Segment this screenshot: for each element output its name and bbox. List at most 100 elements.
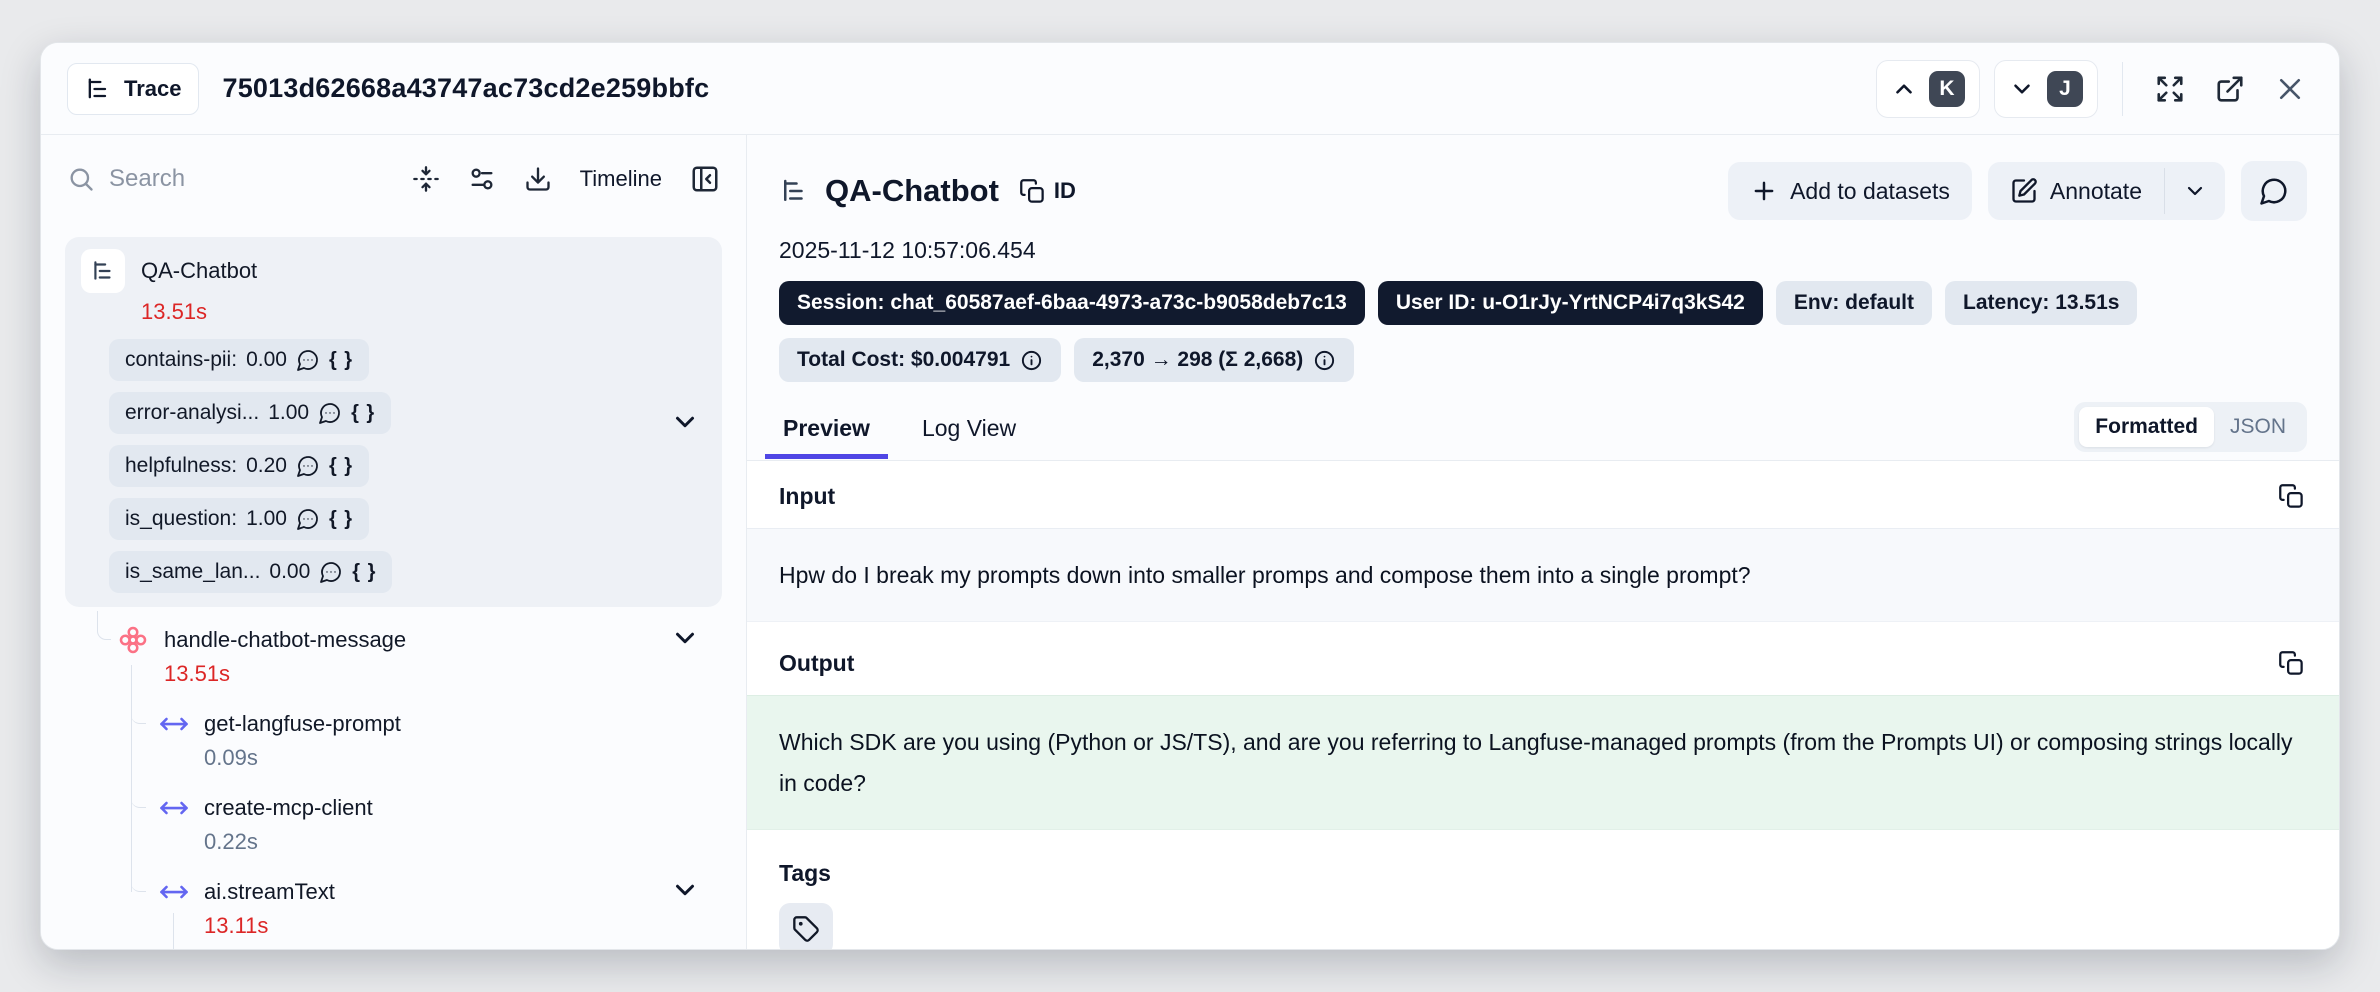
tags-heading: Tags bbox=[779, 860, 831, 887]
page-title: QA-Chatbot bbox=[825, 173, 999, 209]
header-actions: Add to datasets Annotate bbox=[1728, 161, 2307, 221]
previous-trace-button[interactable]: K bbox=[1876, 60, 1980, 118]
comment-bubble-icon bbox=[296, 454, 320, 478]
score-name: contains-pii: bbox=[125, 348, 237, 372]
output-heading: Output bbox=[779, 650, 854, 677]
output-value-box: Which SDK are you using (Python or JS/TS… bbox=[747, 695, 2339, 830]
tags-section-header: Tags bbox=[747, 830, 2339, 897]
chevron-up-icon bbox=[1891, 76, 1917, 102]
topbar-divider bbox=[2122, 62, 2123, 116]
tree-node-label: ai.streamText bbox=[204, 879, 335, 905]
comment-bubble-icon bbox=[296, 507, 320, 531]
tree-toolbar: Timeline bbox=[41, 135, 746, 223]
span-latency-line: 13.11s bbox=[59, 909, 728, 943]
format-option-formatted[interactable]: Formatted bbox=[2079, 407, 2214, 447]
score-chip[interactable]: contains-pii: 0.00 { } bbox=[109, 339, 369, 381]
user-id-badge[interactable]: User ID: u-O1rJy-YrtNCP4i7q3kS42 bbox=[1378, 281, 1763, 325]
download-icon[interactable] bbox=[524, 165, 552, 193]
score-name: is_same_lan... bbox=[125, 560, 260, 584]
tree-row-ai-streamtext[interactable]: ai.streamText bbox=[59, 875, 728, 909]
span-latency-line: 0.09s bbox=[59, 741, 728, 775]
tree-node-root-selected[interactable]: QA-Chatbot 13.51s contains-pii: 0.00 { }… bbox=[65, 237, 722, 607]
score-chips: contains-pii: 0.00 { } error-analysi... … bbox=[109, 339, 706, 593]
metadata-braces-icon: { } bbox=[329, 508, 353, 531]
next-trace-button[interactable]: J bbox=[1994, 60, 2098, 118]
view-tabs: Preview Log View Formatted JSON bbox=[747, 402, 2339, 461]
annotate-button[interactable]: Annotate bbox=[1988, 162, 2164, 220]
comments-button[interactable] bbox=[2241, 161, 2307, 221]
span-icon bbox=[159, 709, 189, 739]
trace-timestamp: 2025-11-12 10:57:06.454 bbox=[779, 237, 2307, 264]
expand-button[interactable] bbox=[2147, 66, 2193, 112]
input-text: Hpw do I break my prompts down into smal… bbox=[779, 562, 1751, 588]
tab-log-view[interactable]: Log View bbox=[918, 405, 1020, 458]
tab-preview[interactable]: Preview bbox=[779, 405, 874, 458]
copy-icon bbox=[1019, 178, 1046, 205]
dialog-topbar: Trace 75013d62668a43747ac73cd2e259bbfc K… bbox=[41, 43, 2339, 135]
search-input[interactable] bbox=[109, 165, 329, 193]
tree-node-label: handle-chatbot-message bbox=[164, 627, 406, 653]
annotate-label: Annotate bbox=[2050, 178, 2142, 205]
tree-row-create-mcp-client[interactable]: create-mcp-client bbox=[59, 791, 728, 825]
span-latency: 0.22s bbox=[204, 829, 258, 855]
info-icon[interactable] bbox=[1020, 349, 1043, 372]
tree-guide-line bbox=[173, 913, 188, 949]
format-option-json[interactable]: JSON bbox=[2214, 407, 2302, 447]
add-to-datasets-button[interactable]: Add to datasets bbox=[1728, 162, 1972, 220]
copy-id-button[interactable]: ID bbox=[1019, 178, 1076, 205]
trace-node-icon bbox=[81, 249, 125, 293]
output-section-header: Output bbox=[747, 622, 2339, 695]
tree-tools: Timeline bbox=[412, 164, 720, 194]
span-latency: 0.09s bbox=[204, 745, 258, 771]
collapse-span-chevron[interactable] bbox=[670, 623, 700, 653]
topbar-actions: K J bbox=[1876, 60, 2313, 118]
score-value: 0.00 bbox=[246, 348, 287, 372]
tree-node-label: create-mcp-client bbox=[204, 795, 373, 821]
token-usage-badge: 2,370 → 298 (Σ 2,668) bbox=[1074, 338, 1354, 382]
trace-tree-sidebar: Timeline QA-Chatbot 13.51s bbox=[41, 135, 747, 949]
session-badge[interactable]: Session: chat_60587aef-6baa-4973-a73c-b9… bbox=[779, 281, 1365, 325]
collapse-span-chevron[interactable] bbox=[670, 875, 700, 905]
view-settings-icon[interactable] bbox=[468, 165, 496, 193]
chevron-down-icon bbox=[2183, 179, 2207, 203]
open-in-new-tab-button[interactable] bbox=[2207, 66, 2253, 112]
title-row: QA-Chatbot ID Add to datasets bbox=[779, 161, 2307, 221]
timeline-toggle[interactable]: Timeline bbox=[580, 166, 662, 192]
comment-bubble-icon bbox=[319, 560, 343, 584]
score-chip[interactable]: is_same_lan... 0.00 { } bbox=[109, 551, 392, 593]
close-icon bbox=[2275, 74, 2305, 104]
trace-type-label: Trace bbox=[124, 76, 182, 102]
add-tag-button[interactable] bbox=[779, 903, 833, 949]
tree-row-root[interactable]: QA-Chatbot bbox=[81, 249, 706, 293]
score-chip[interactable]: error-analysi... 1.00 { } bbox=[109, 392, 391, 434]
score-value: 1.00 bbox=[246, 507, 287, 531]
span-icon bbox=[159, 877, 189, 907]
span-latency-line: 0.22s bbox=[59, 825, 728, 859]
comment-bubble-icon bbox=[296, 348, 320, 372]
span-latency: 13.51s bbox=[164, 661, 230, 687]
edit-pen-icon bbox=[2010, 177, 2038, 205]
collapse-root-chevron[interactable] bbox=[670, 407, 700, 437]
info-icon[interactable] bbox=[1313, 349, 1336, 372]
score-value: 1.00 bbox=[268, 401, 309, 425]
fold-vertical-icon[interactable] bbox=[412, 165, 440, 193]
metadata-braces-icon: { } bbox=[352, 561, 376, 584]
shortcut-key-k: K bbox=[1929, 71, 1965, 107]
comment-bubble-icon bbox=[2259, 176, 2289, 206]
trace-detail-panel: QA-Chatbot ID Add to datasets bbox=[747, 135, 2339, 949]
copy-output-button[interactable] bbox=[2276, 648, 2307, 679]
input-section-header: Input bbox=[747, 461, 2339, 528]
score-chip[interactable]: is_question: 1.00 { } bbox=[109, 498, 369, 540]
panel-collapse-icon[interactable] bbox=[690, 164, 720, 194]
preview-content: Input Hpw do I break my prompts down int… bbox=[747, 461, 2339, 949]
close-button[interactable] bbox=[2267, 66, 2313, 112]
env-badge: Env: default bbox=[1776, 281, 1932, 325]
shortcut-key-j: J bbox=[2047, 71, 2083, 107]
span-latency: 13.11s bbox=[204, 913, 268, 939]
tree-row-handle-chatbot-message[interactable]: handle-chatbot-message bbox=[59, 623, 728, 657]
tree-row-get-langfuse-prompt[interactable]: get-langfuse-prompt bbox=[59, 707, 728, 741]
annotate-dropdown-button[interactable] bbox=[2165, 162, 2225, 220]
copy-input-button[interactable] bbox=[2276, 481, 2307, 512]
score-chip[interactable]: helpfulness: 0.20 { } bbox=[109, 445, 369, 487]
chevron-down-icon bbox=[2009, 76, 2035, 102]
